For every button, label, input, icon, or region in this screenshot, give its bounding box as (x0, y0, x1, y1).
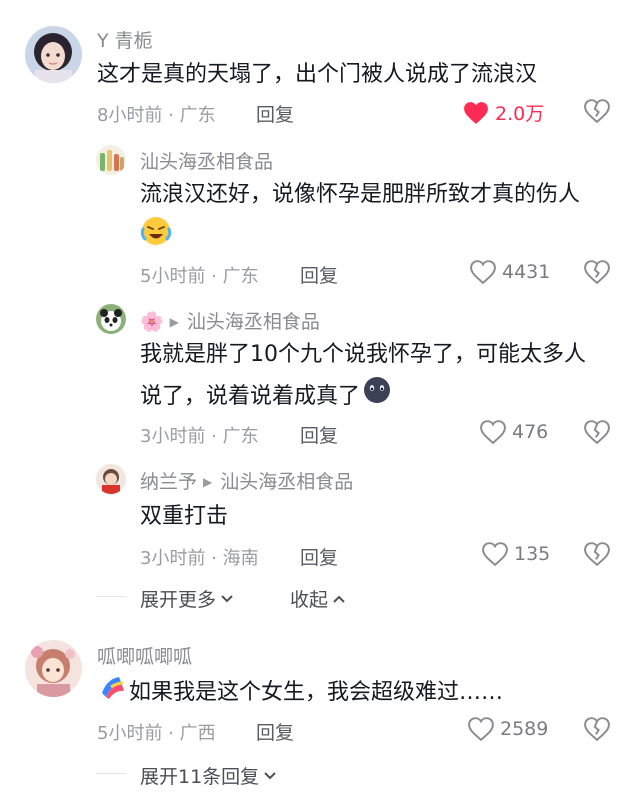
reply-button[interactable]: 回复 (300, 261, 338, 288)
dislike-button[interactable] (584, 542, 610, 570)
chevron-up-icon (333, 595, 345, 603)
dislike-button[interactable] (584, 260, 610, 288)
comment-text-line: 如果我是这个女生，我会超级难过…… (129, 680, 504, 705)
avatar-food-image (96, 145, 126, 175)
collapse-label: 收起 (290, 589, 329, 611)
comment-text-line: 流浪汉还好，说像怀孕是肥胖所致才真的伤人 (140, 182, 581, 207)
heart-filled-icon (464, 101, 488, 124)
broken-heart-icon (584, 99, 610, 124)
username[interactable]: 汕头海丞相食品 (140, 147, 273, 174)
like-button[interactable]: 2.0万 (463, 99, 544, 126)
reply-arrow-icon: ▶ (169, 315, 179, 329)
time-location: 3小时前 · 广东 (140, 426, 259, 447)
dislike-button[interactable] (584, 717, 610, 745)
sad-face-emoji (362, 375, 392, 419)
broken-heart-icon (584, 420, 610, 445)
reply-button[interactable]: 回复 (256, 718, 294, 745)
avatar-anime-image (25, 640, 82, 697)
username[interactable]: 🌸 (140, 311, 164, 333)
thread-divider (96, 596, 126, 597)
heart-outline-icon (482, 542, 508, 566)
like-button[interactable]: 4431 (470, 260, 550, 284)
avatar-girl-image (25, 26, 82, 83)
comment-text: 流浪汉还好，说像怀孕是肥胖所致才真的伤人 (140, 175, 620, 261)
time-location: 3小时前 · 海南 (140, 548, 259, 569)
broken-heart-icon (584, 260, 610, 285)
username[interactable]: 呱唧呱唧呱 (97, 642, 192, 669)
reply-button[interactable]: 回复 (256, 100, 294, 127)
reply-arrow-icon: ▶ (203, 475, 213, 489)
broken-heart-icon (584, 542, 610, 567)
dislike-button[interactable] (584, 99, 610, 127)
comment-text: 双重打击 (140, 504, 229, 529)
expand-replies-label: 展开11条回复 (140, 766, 260, 788)
like-count: 135 (514, 543, 551, 565)
username[interactable]: Y 青栀 (97, 26, 153, 53)
reply-button[interactable]: 回复 (300, 421, 338, 448)
avatar-panda-image (96, 304, 126, 334)
like-button[interactable]: 476 (480, 420, 548, 444)
time-location: 5小时前 · 广西 (97, 723, 216, 744)
like-count: 476 (512, 421, 549, 443)
broken-heart-icon (584, 717, 610, 742)
dislike-button[interactable] (584, 420, 610, 448)
expand-more-button[interactable]: 展开更多 (140, 585, 234, 612)
avatar[interactable] (96, 304, 126, 334)
like-button[interactable]: 2589 (468, 717, 548, 741)
flag-emoji (97, 671, 127, 715)
thread-divider (96, 773, 126, 774)
avatar[interactable] (96, 145, 126, 175)
expand-replies-button[interactable]: 展开11条回复 (140, 762, 277, 789)
comment-text: 我就是胖了10个九个说我怀孕了，可能太多人 说了，说着说着成真了 (140, 335, 620, 419)
comment-text-line: 我就是胖了10个九个说我怀孕了，可能太多人 (140, 342, 586, 367)
heart-outline-icon (480, 420, 506, 444)
avatar[interactable] (96, 464, 126, 494)
expand-more-label: 展开更多 (140, 589, 217, 611)
chevron-down-icon (264, 771, 276, 779)
collapse-button[interactable]: 收起 (290, 585, 346, 612)
username[interactable]: 纳兰予 (140, 471, 197, 493)
heart-outline-icon (468, 717, 494, 741)
reply-to-username[interactable]: 汕头海丞相食品 (187, 311, 320, 333)
like-count: 2.0万 (495, 103, 545, 125)
laughing-crying-emoji (140, 215, 172, 261)
username-line: 🌸 ▶ 汕头海丞相食品 (140, 307, 320, 334)
avatar[interactable] (25, 26, 82, 83)
comment-text: 这才是真的天塌了，出个门被人说成了流浪汉 (97, 62, 538, 87)
like-button[interactable]: 135 (482, 542, 550, 566)
comment-text: 如果我是这个女生，我会超级难过…… (97, 671, 503, 715)
username-line: 纳兰予 ▶ 汕头海丞相食品 (140, 467, 353, 494)
avatar-character-image (96, 464, 126, 494)
reply-to-username[interactable]: 汕头海丞相食品 (220, 471, 353, 493)
comment-text-line: 说了，说着说着成真了 (140, 384, 361, 409)
reply-button[interactable]: 回复 (300, 543, 338, 570)
like-count: 2589 (500, 718, 549, 740)
like-count: 4431 (502, 261, 551, 283)
chevron-down-icon (221, 594, 233, 602)
avatar[interactable] (25, 640, 82, 697)
time-location: 8小时前 · 广东 (97, 105, 216, 126)
time-location: 5小时前 · 广东 (140, 266, 259, 287)
heart-outline-icon (470, 260, 496, 284)
